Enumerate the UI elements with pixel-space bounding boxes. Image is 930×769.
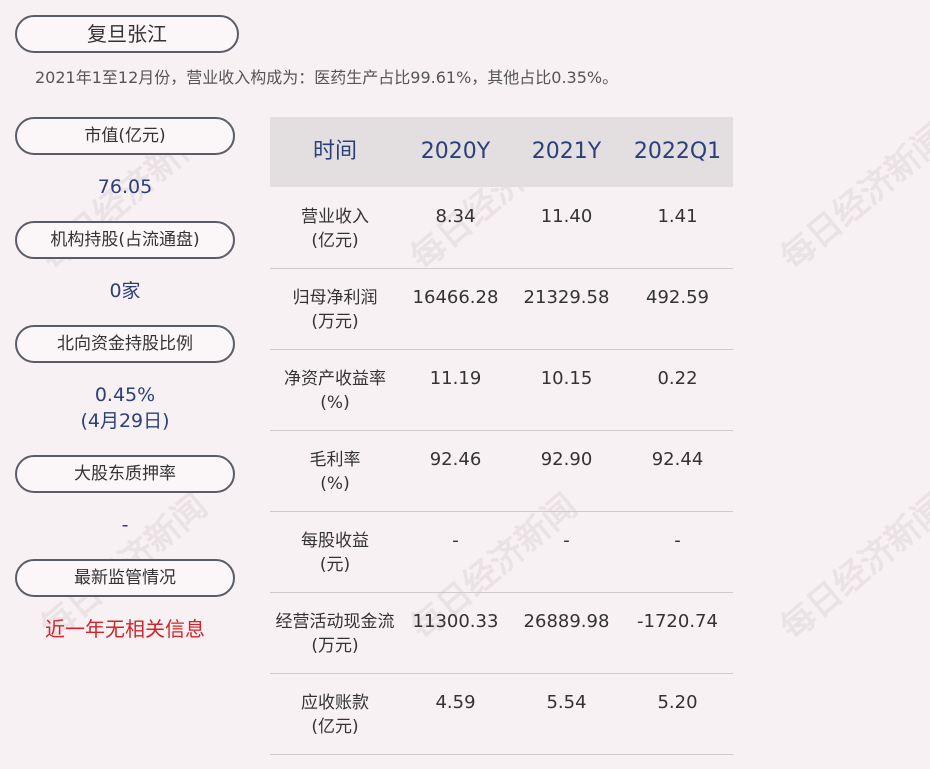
row-label: 应收账款 (亿元)	[301, 693, 369, 737]
northbound-ratio-date: (4月29日)	[80, 410, 170, 432]
table-row: 经营活动现金流 (万元) 11300.33 26889.98 -1720.74	[270, 592, 733, 674]
header-2021y: 2021Y	[531, 139, 602, 164]
header-time: 时间	[312, 139, 357, 164]
watermark: 每日经济新闻	[773, 486, 930, 649]
watermark: 每日经济新闻	[773, 116, 930, 279]
table-row: 净资产收益率 (%) 11.19 10.15 0.22	[270, 349, 733, 431]
market-cap-label: 市值(亿元)	[15, 117, 235, 155]
row-label: 毛利率 (%)	[309, 450, 361, 494]
market-cap-value: 76.05	[97, 176, 153, 198]
row-label: 经营活动现金流 (万元)	[275, 612, 395, 656]
table-row: 每股收益 (元) - - -	[270, 511, 733, 593]
regulatory-status-label: 最新监管情况	[15, 559, 235, 597]
pledge-ratio-label: 大股东质押率	[15, 455, 235, 493]
cell-value: -	[452, 530, 459, 551]
header-2022q1: 2022Q1	[633, 139, 722, 164]
row-label: 净资产收益率 (%)	[284, 369, 386, 413]
cell-value: 8.34	[435, 206, 476, 227]
table-header: 时间 2020Y 2021Y 2022Q1	[270, 117, 733, 187]
company-name: 复旦张江	[15, 15, 239, 53]
cell-value: 10.15	[540, 368, 593, 389]
row-label: 归母净利润 (万元)	[292, 288, 378, 332]
cell-value: 5.20	[657, 692, 698, 713]
northbound-ratio-label: 北向资金持股比例	[15, 325, 235, 363]
header-2020y: 2020Y	[420, 139, 491, 164]
cell-value: -	[563, 530, 570, 551]
row-label: 营业收入 (亿元)	[301, 207, 369, 251]
cell-value: 16466.28	[412, 287, 499, 308]
revenue-summary: 2021年1至12月份，营业收入构成为：医药生产占比99.61%，其他占比0.3…	[35, 68, 619, 87]
institution-holding-label: 机构持股(占流通盘)	[15, 221, 235, 259]
cell-value: -	[674, 530, 681, 551]
cell-value: 21329.58	[523, 287, 610, 308]
northbound-ratio-value: 0.45%	[94, 384, 156, 406]
table-row: 归母净利润 (万元) 16466.28 21329.58 492.59	[270, 268, 733, 350]
cell-value: 4.59	[435, 692, 476, 713]
cell-value: 92.44	[651, 449, 704, 470]
cell-value: 11.19	[429, 368, 482, 389]
cell-value: -1720.74	[637, 611, 718, 632]
cell-value: 5.54	[546, 692, 587, 713]
institution-holding-value: 0家	[109, 280, 141, 302]
cell-value: 11.40	[540, 206, 593, 227]
row-label: 每股收益 (元)	[301, 531, 369, 575]
cell-value: 0.22	[657, 368, 698, 389]
regulatory-status-value: 近一年无相关信息	[45, 617, 205, 641]
table-row: 营业收入 (亿元) 8.34 11.40 1.41	[270, 187, 733, 269]
pledge-ratio-value: -	[121, 514, 129, 536]
cell-value: 92.90	[540, 449, 593, 470]
cell-value: 1.41	[657, 206, 698, 227]
cell-value: 492.59	[646, 287, 709, 308]
cell-value: 11300.33	[412, 611, 499, 632]
table-row: 应收账款 (亿元) 4.59 5.54 5.20	[270, 673, 733, 755]
cell-value: 92.46	[429, 449, 482, 470]
cell-value: 26889.98	[523, 611, 610, 632]
table-row: 毛利率 (%) 92.46 92.90 92.44	[270, 430, 733, 512]
